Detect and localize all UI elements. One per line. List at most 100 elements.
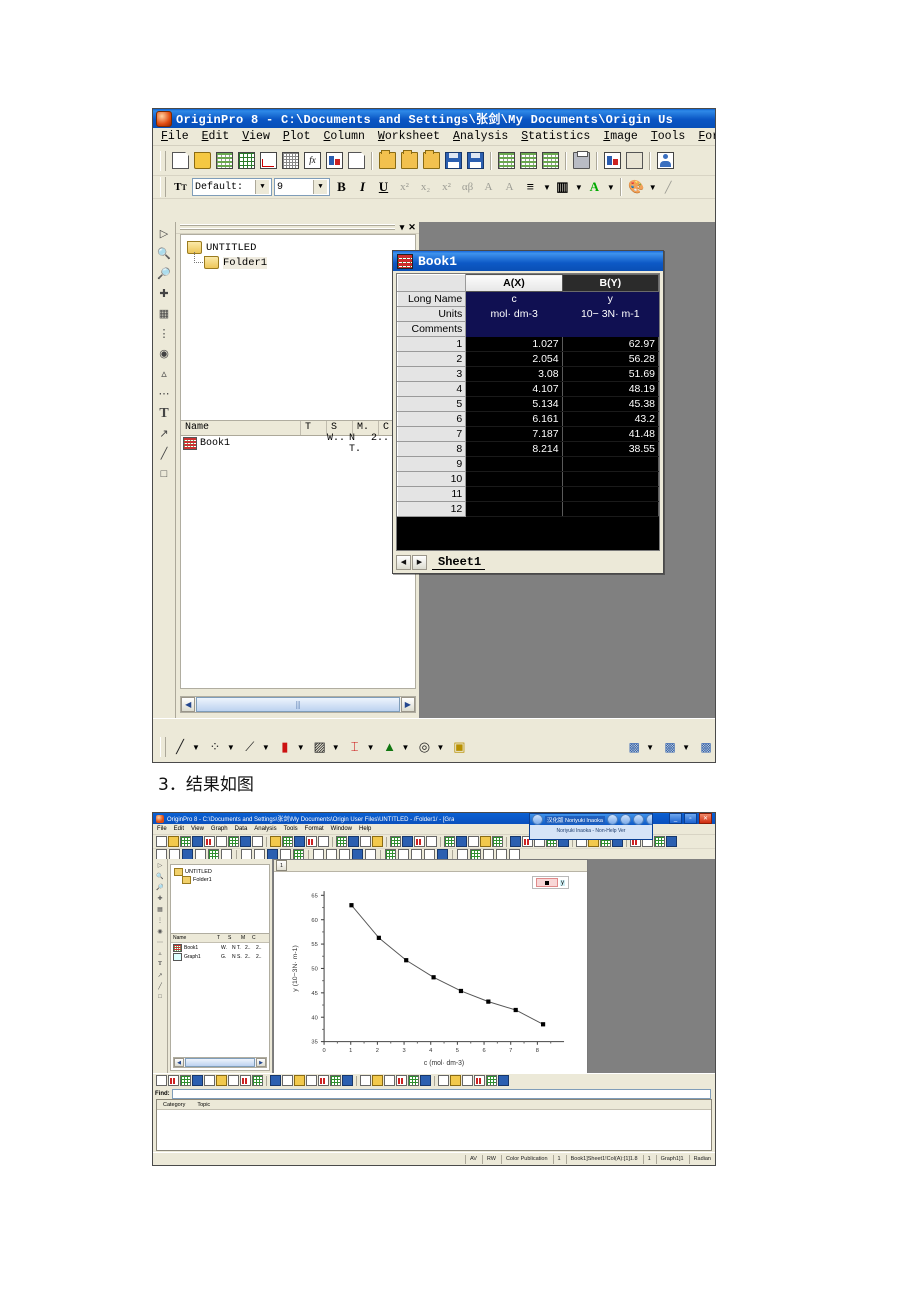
screen-reader-icon[interactable]: ▦ xyxy=(155,905,165,913)
text-tool-icon[interactable]: T xyxy=(155,960,165,968)
meta-a-0[interactable]: c xyxy=(466,292,562,307)
menu-item-format[interactable]: Format xyxy=(305,826,324,832)
toolbar-button-18[interactable] xyxy=(384,1075,395,1086)
window1-menubar[interactable]: FileEditViewPlotColumnWorksheetAnalysisS… xyxy=(153,128,715,146)
cell-b[interactable]: 41.48 xyxy=(562,427,658,442)
window1-tool-palette[interactable]: ▷ 🔍 🔎 ✚ ▦ ⋮ ◉ ▵ ⋯ T ↗ ╱ □ xyxy=(153,222,176,719)
rectangle-tool-icon[interactable]: □ xyxy=(155,993,165,1001)
menu-item-analysis[interactable]: Analysis xyxy=(254,826,276,832)
toolbar-button-16[interactable] xyxy=(360,1075,371,1086)
chevron-down-icon[interactable]: ▾ xyxy=(397,222,407,233)
close-icon[interactable]: ✕ xyxy=(407,222,417,233)
horizontal-scrollbar[interactable]: ◀ ||| ▶ xyxy=(180,696,416,713)
cell-a[interactable] xyxy=(466,472,562,487)
graph-tab-bar[interactable]: 1 xyxy=(274,860,587,872)
meta-label-1[interactable]: Units xyxy=(398,307,466,322)
sheet-tab-bar[interactable]: ◀ ▶ Sheet1 xyxy=(396,553,660,571)
chevron-down-icon[interactable]: ▼ xyxy=(649,183,657,192)
chevron-down-icon[interactable]: ▼ xyxy=(646,743,654,752)
cell-b[interactable] xyxy=(562,502,658,517)
line-plot-icon[interactable]: ╱ xyxy=(171,739,189,756)
polar-plot-icon[interactable]: ◎ xyxy=(415,739,433,756)
list-header-s[interactable]: S xyxy=(228,935,241,941)
font-color-button[interactable]: A xyxy=(585,178,604,197)
toolbar-button-25[interactable] xyxy=(480,836,491,847)
menu-item-image[interactable]: Image xyxy=(603,130,638,143)
data-point[interactable] xyxy=(404,958,408,962)
zoom-in-icon[interactable]: 🔍 xyxy=(155,246,173,261)
toolbar-grip[interactable] xyxy=(160,177,166,197)
scrollbar-thumb[interactable] xyxy=(185,1058,255,1067)
add-layer-icon[interactable]: ▩ xyxy=(661,739,679,756)
scroll-left-button[interactable]: ◀ xyxy=(181,697,195,712)
tree-node-folder1[interactable]: Folder1 xyxy=(182,876,269,884)
panel-button-1[interactable] xyxy=(607,814,618,825)
mask-points-icon[interactable]: ⋯ xyxy=(155,386,173,401)
toolbar-button-18[interactable] xyxy=(390,836,401,847)
zoom-out-icon[interactable]: 🔎 xyxy=(155,883,165,891)
meta-label-2[interactable]: Comments xyxy=(398,322,466,337)
toolbar-button-4[interactable] xyxy=(204,836,215,847)
columns-button[interactable]: ▥ xyxy=(553,178,572,197)
project-tree[interactable]: UNTITLED Folder1 xyxy=(180,234,416,423)
toolbar-button-26[interactable] xyxy=(492,836,503,847)
toolbar-button-0[interactable] xyxy=(156,836,167,847)
worksheet-grid[interactable]: A(X)B(Y)Long NamecyUnitsmol· dm-310− 3N·… xyxy=(396,273,660,551)
fill-area-icon[interactable]: ▲ xyxy=(381,739,399,756)
tree-node-folder1[interactable]: Folder1 xyxy=(204,255,415,270)
toolbar-button-12[interactable] xyxy=(306,836,317,847)
toolbar-button-24[interactable] xyxy=(462,1075,473,1086)
find-bar[interactable]: Find: xyxy=(153,1088,715,1099)
plot-toolbar[interactable]: ╱▼⁘▼⟋▼▮▼▨▼⌶▼▲▼◎▼▣▩▼▩▼▩ xyxy=(153,734,715,760)
row-header[interactable]: 5 xyxy=(398,397,466,412)
superscript-button[interactable]: x² xyxy=(395,178,414,197)
list-header-name[interactable]: Name xyxy=(181,421,301,435)
row-header[interactable]: 2 xyxy=(398,352,466,367)
menu-item-edit[interactable]: Edit xyxy=(174,826,184,832)
line-style-button[interactable]: ╱ xyxy=(659,178,678,197)
chevron-down-icon[interactable]: ▼ xyxy=(255,180,269,194)
new-worksheet-icon[interactable] xyxy=(214,150,235,171)
import-single-ascii-icon[interactable] xyxy=(518,150,539,171)
toolbar-button-12[interactable] xyxy=(306,1075,317,1086)
cell-b[interactable]: 62.97 xyxy=(562,337,658,352)
panel-button-2[interactable] xyxy=(620,814,631,825)
toolbar-button-23[interactable] xyxy=(456,836,467,847)
cell-b[interactable]: 56.28 xyxy=(562,352,658,367)
new-layout-icon[interactable] xyxy=(324,150,345,171)
duplicate-icon[interactable] xyxy=(624,150,645,171)
supsub-button[interactable]: x² xyxy=(437,178,456,197)
table-row[interactable]: 11.02762.97 xyxy=(398,337,659,352)
window-controls[interactable]: _ ▫ ✕ xyxy=(669,813,715,824)
table-row[interactable]: 9 xyxy=(398,457,659,472)
toolbar-button-16[interactable] xyxy=(360,836,371,847)
menu-item-column[interactable]: Column xyxy=(324,130,365,143)
meta-b-2[interactable] xyxy=(562,322,658,337)
row-header[interactable]: 11 xyxy=(398,487,466,502)
draw-data-icon[interactable]: ◉ xyxy=(155,346,173,361)
menu-item-graph[interactable]: Graph xyxy=(211,826,228,832)
new-project-icon[interactable] xyxy=(170,150,191,171)
data-point[interactable] xyxy=(377,936,381,940)
new-excel-icon[interactable] xyxy=(236,150,257,171)
draw-data-icon[interactable]: ◉ xyxy=(155,927,165,935)
data-point[interactable] xyxy=(349,903,353,907)
tree-node-root[interactable]: UNTITLED xyxy=(174,868,269,876)
toolbar-button-27[interactable] xyxy=(498,1075,509,1086)
cell-b[interactable]: 38.55 xyxy=(562,442,658,457)
import-wizard-icon[interactable] xyxy=(496,150,517,171)
menu-item-data[interactable]: Data xyxy=(235,826,248,832)
toolbar-button-3[interactable] xyxy=(192,836,203,847)
print-icon[interactable] xyxy=(571,150,592,171)
toolbar-button-20[interactable] xyxy=(414,836,425,847)
column-header-a[interactable]: A(X) xyxy=(466,275,562,292)
chevron-down-icon[interactable]: ▼ xyxy=(575,183,583,192)
close-button[interactable]: ✕ xyxy=(699,813,712,824)
menu-item-statistics[interactable]: Statistics xyxy=(521,130,590,143)
toolbar-button-15[interactable] xyxy=(342,1075,353,1086)
arrow-tool-icon[interactable]: ↗ xyxy=(155,971,165,979)
text-tool-icon[interactable]: T xyxy=(155,406,173,421)
window1-format-toolbar[interactable]: TT Default: ▼ 9 ▼ B I U x² x₂ x² αβ A A … xyxy=(153,176,715,199)
minimize-button[interactable]: _ xyxy=(669,813,682,824)
toolbar-button-22[interactable] xyxy=(438,1075,449,1086)
